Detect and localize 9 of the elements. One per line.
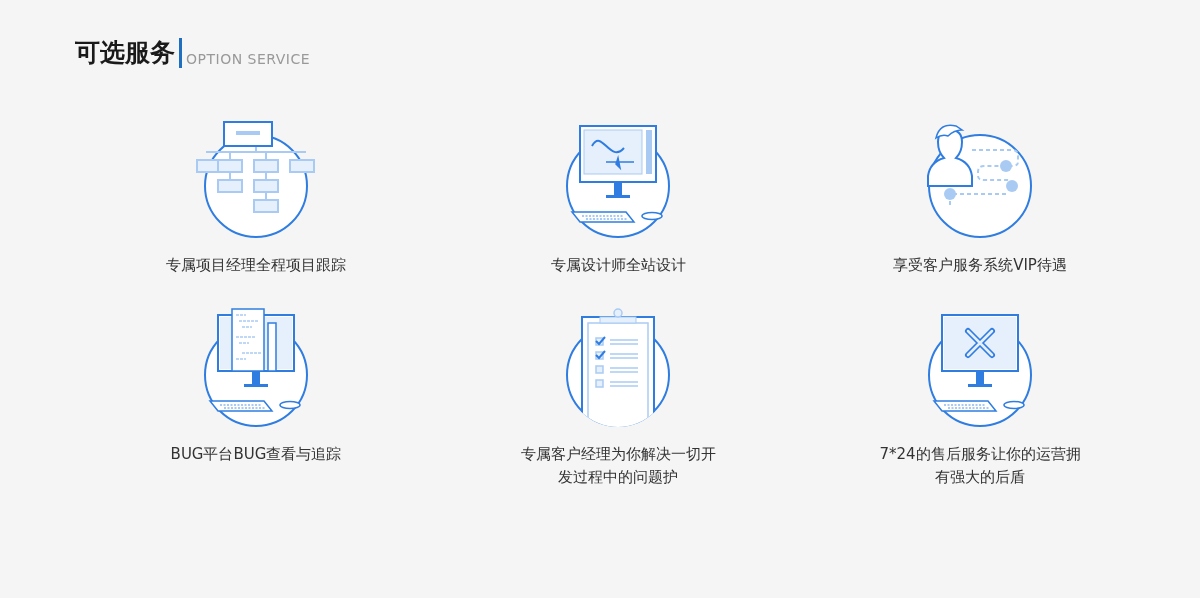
service-label: 专属设计师全站设计	[550, 255, 686, 276]
service-label: 专属项目经理全程项目跟踪	[166, 255, 346, 276]
service-label: BUG平台BUG查看与追踪	[170, 444, 342, 465]
section-title: 可选服务	[75, 38, 182, 68]
org-chart-icon	[196, 118, 316, 240]
service-label: 专属客户经理为你解决一切开 发过程中的问题护	[520, 444, 716, 488]
service-label: 享受客户服务系统VIP待遇	[893, 255, 1067, 276]
service-label: 7*24的售后服务让你的运营拥 有强大的后盾	[879, 444, 1081, 488]
section-subtitle: OPTION SERVICE	[185, 50, 311, 68]
